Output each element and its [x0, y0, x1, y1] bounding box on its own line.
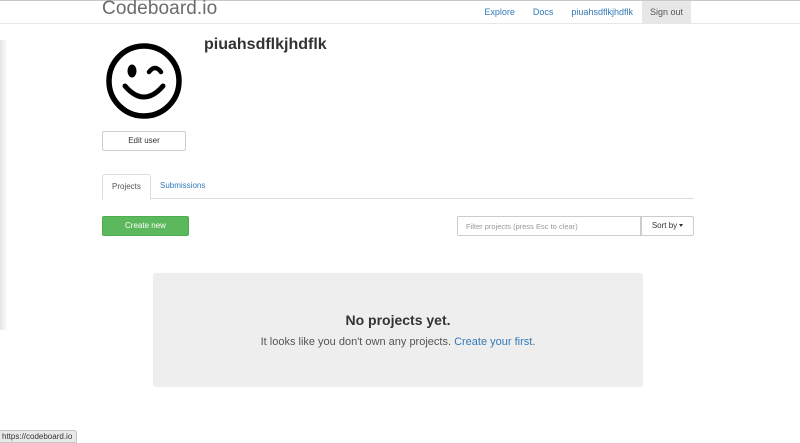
left-edge-shadow — [0, 40, 8, 330]
nav-docs-link[interactable]: Docs — [524, 1, 563, 24]
sort-by-label: Sort by — [651, 221, 678, 230]
tab-projects[interactable]: Projects — [102, 174, 151, 200]
empty-state-suffix: . — [532, 336, 536, 348]
tab-submissions[interactable]: Submissions — [151, 174, 214, 199]
nav-links: Explore Docs piuahsdflkjhdflk Sign out — [475, 1, 691, 24]
navbar: Codeboard.io Explore Docs piuahsdflkjhdf… — [0, 0, 800, 24]
browser-status-bar: https://codeboard.io — [0, 430, 78, 443]
nav-sign-out-link[interactable]: Sign out — [641, 1, 691, 24]
smiley-face-icon — [106, 43, 182, 119]
caret-down-icon — [679, 224, 684, 227]
profile-tabs: Projects Submissions — [102, 174, 694, 200]
filter-projects-input[interactable] — [457, 216, 641, 236]
empty-projects-panel: No projects yet. It looks like you don't… — [153, 273, 643, 387]
empty-state-message: It looks like you don't own any projects… — [153, 336, 643, 348]
create-new-button[interactable]: Create new — [102, 216, 189, 236]
sort-by-dropdown[interactable]: Sort by — [641, 216, 694, 236]
create-first-project-link[interactable]: Create your first — [454, 336, 532, 348]
edit-user-button[interactable]: Edit user — [102, 131, 186, 151]
profile-username: piuahsdflkjhdflk — [204, 36, 327, 53]
brand-logo[interactable]: Codeboard.io — [102, 0, 217, 20]
nav-user-link[interactable]: piuahsdflkjhdflk — [562, 1, 642, 24]
nav-explore-link[interactable]: Explore — [475, 1, 524, 24]
empty-state-title: No projects yet. — [345, 312, 451, 328]
empty-state-text: It looks like you don't own any projects… — [260, 336, 452, 348]
